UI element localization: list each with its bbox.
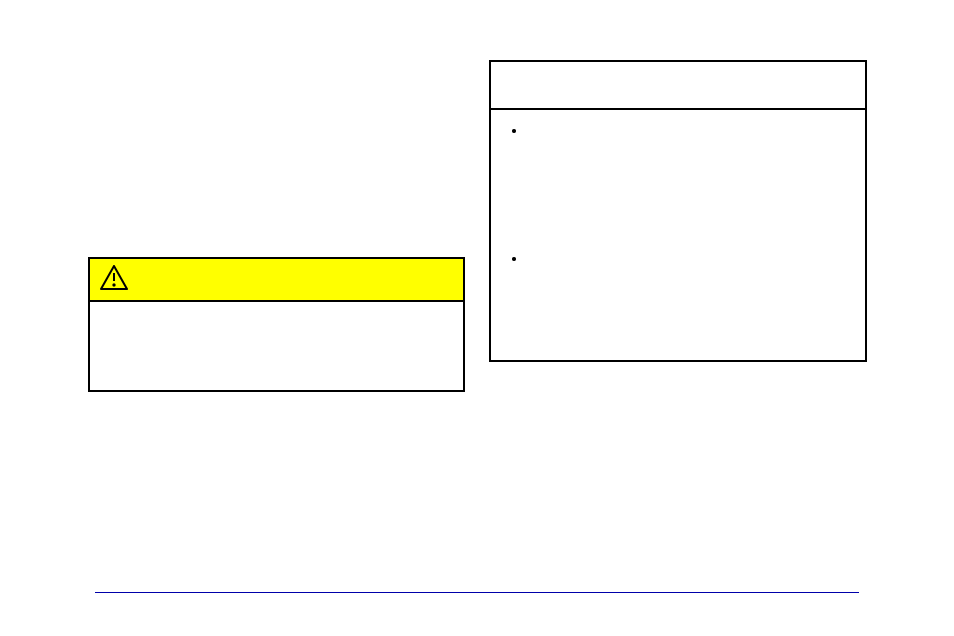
caution-body-text [106, 318, 109, 368]
info-list [509, 122, 859, 340]
caution-body [90, 300, 463, 390]
caution-triangle-icon [100, 265, 128, 296]
caution-box [88, 257, 465, 392]
info-body [491, 108, 865, 360]
info-header-text [507, 82, 510, 96]
page [0, 0, 954, 636]
info-box [489, 60, 867, 362]
list-item [527, 250, 859, 340]
list-item [527, 122, 859, 230]
info-header [491, 62, 865, 108]
info-item-1 [527, 252, 530, 338]
footer-divider [95, 592, 859, 593]
caution-header [90, 259, 463, 300]
info-item-0 [527, 124, 530, 228]
